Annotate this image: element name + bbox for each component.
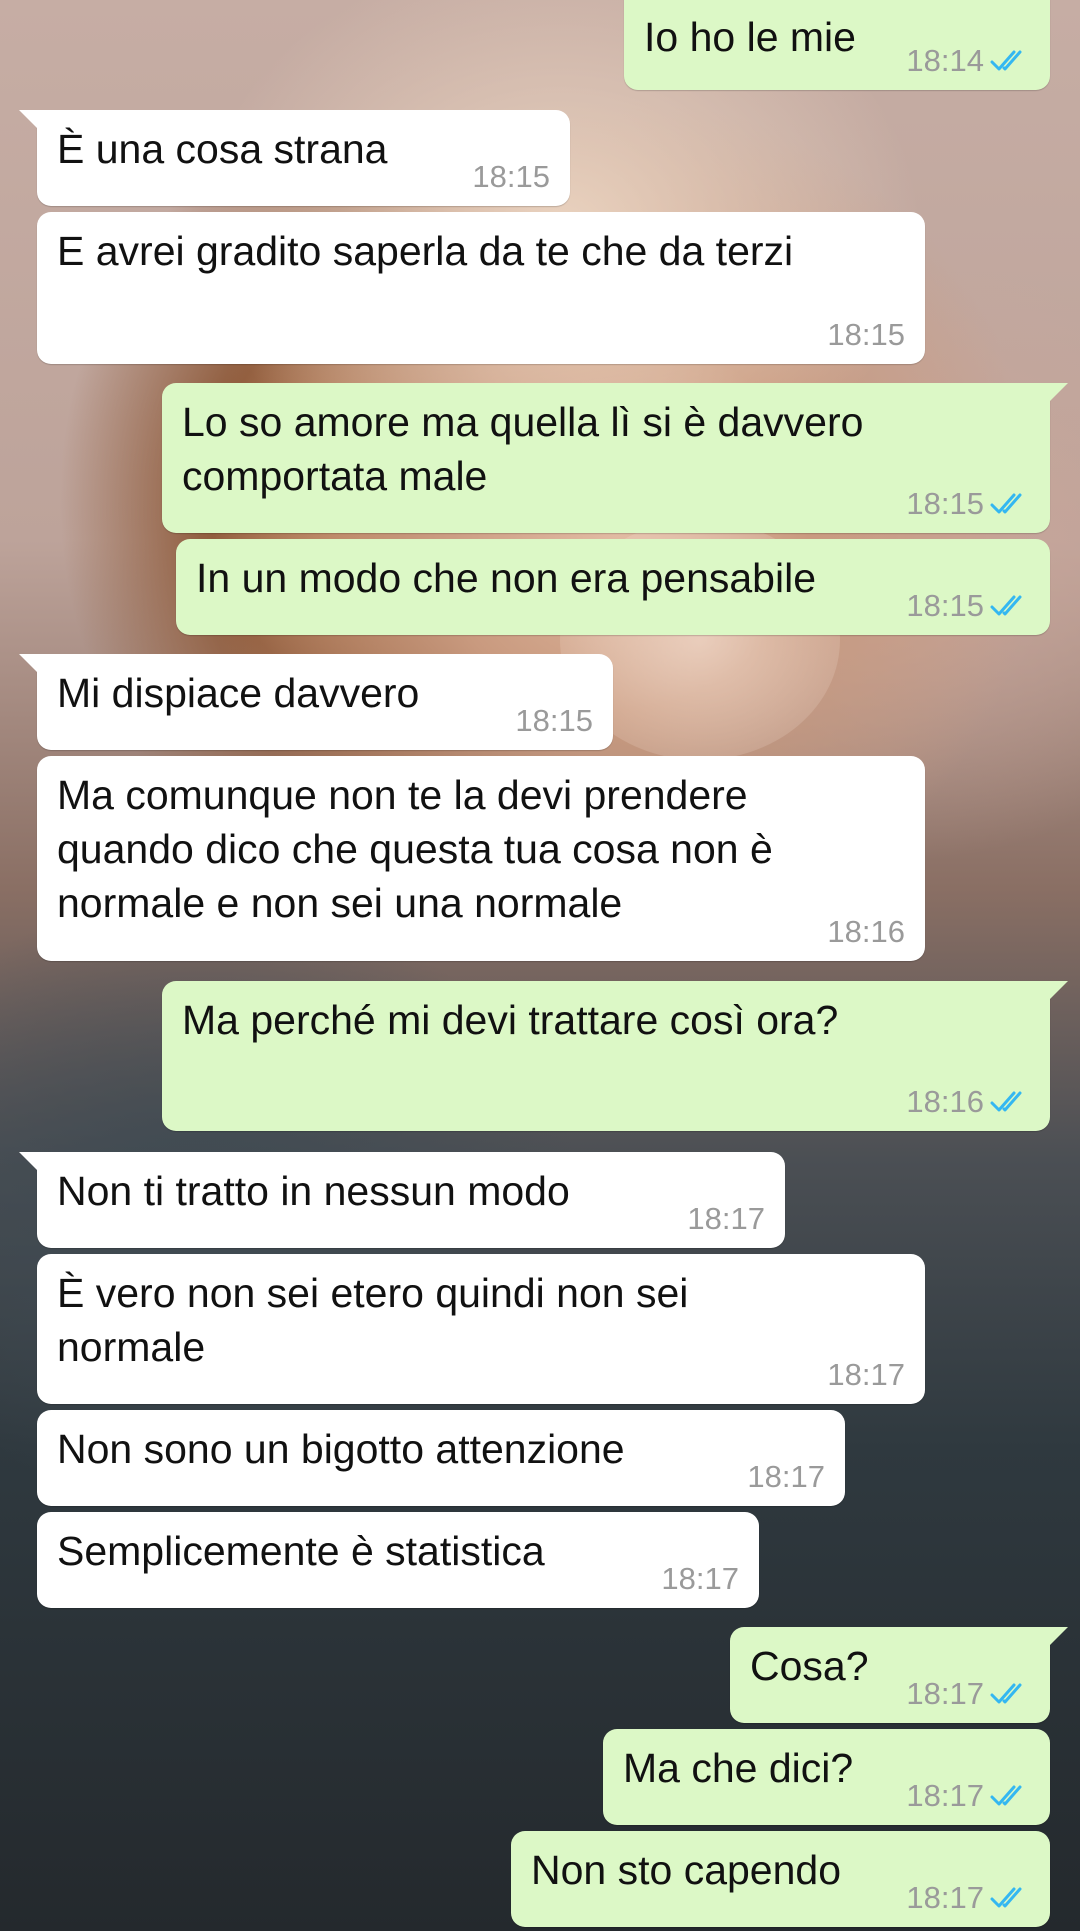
message-text: Lo so amore ma quella lì si è davvero co… [182, 399, 864, 499]
message-bubble-outgoing[interactable]: Io ho le mie 18:14 [624, 0, 1050, 90]
message-text: E avrei gradito saperla da te che da ter… [57, 228, 794, 274]
read-ticks-icon [990, 1885, 1030, 1911]
message-bubble-outgoing[interactable]: Non sto capendo 18:17 [511, 1831, 1050, 1927]
message-text: Non sono un bigotto attenzione [57, 1426, 625, 1472]
message-text: Mi dispiace davvero [57, 670, 420, 716]
message-time: 18:17 [687, 1201, 765, 1236]
message-text: Non ti tratto in nessun modo [57, 1168, 570, 1214]
message-time: 18:15 [472, 159, 550, 194]
message-meta: 18:17 [747, 1460, 825, 1494]
message-meta: 18:15 [515, 704, 593, 738]
message-bubble-outgoing[interactable]: In un modo che non era pensabile 18:15 [176, 539, 1050, 635]
message-text: Semplicemente è statistica [57, 1528, 545, 1574]
message-time: 18:17 [827, 1357, 905, 1392]
message-time: 18:15 [906, 486, 984, 521]
message-meta: 18:16 [827, 915, 905, 949]
message-bubble-incoming[interactable]: Ma comunque non te la devi prendere quan… [37, 756, 925, 961]
message-bubble-outgoing[interactable]: Ma perché mi devi trattare così ora? 18:… [162, 981, 1068, 1131]
message-meta: 18:17 [687, 1202, 765, 1236]
message-time: 18:17 [661, 1561, 739, 1596]
message-meta: 18:17 [827, 1358, 905, 1392]
message-meta: 18:15 [827, 318, 905, 352]
message-text: Ma comunque non te la devi prendere quan… [57, 772, 773, 926]
message-time: 18:17 [906, 1778, 984, 1813]
message-time: 18:16 [906, 1084, 984, 1119]
message-text: In un modo che non era pensabile [196, 555, 817, 601]
message-time: 18:15 [827, 317, 905, 352]
read-ticks-icon [990, 491, 1030, 517]
message-bubble-incoming[interactable]: È vero non sei etero quindi non sei norm… [37, 1254, 925, 1404]
message-time: 18:14 [906, 43, 984, 78]
message-bubble-outgoing[interactable]: Ma che dici? 18:17 [603, 1729, 1050, 1825]
message-meta: 18:17 [906, 1677, 1030, 1711]
message-bubble-incoming[interactable]: Semplicemente è statistica 18:17 [37, 1512, 759, 1608]
message-time: 18:17 [906, 1880, 984, 1915]
message-meta: 18:17 [906, 1779, 1030, 1813]
message-time: 18:16 [827, 914, 905, 949]
message-meta: 18:14 [906, 44, 1030, 78]
message-bubble-outgoing[interactable]: Lo so amore ma quella lì si è davvero co… [162, 383, 1068, 533]
read-ticks-icon [990, 48, 1030, 74]
message-time: 18:17 [906, 1676, 984, 1711]
read-ticks-icon [990, 1681, 1030, 1707]
message-meta: 18:15 [906, 487, 1030, 521]
message-bubble-incoming[interactable]: Non ti tratto in nessun modo 18:17 [19, 1152, 785, 1248]
message-meta: 18:15 [906, 589, 1030, 623]
message-bubble-incoming[interactable]: È una cosa strana 18:15 [19, 110, 570, 206]
message-list[interactable]: Io ho le mie 18:14 È una cosa strana 18:… [0, 0, 1080, 1931]
read-ticks-icon [990, 1089, 1030, 1115]
read-ticks-icon [990, 1783, 1030, 1809]
message-bubble-incoming[interactable]: Mi dispiace davvero 18:15 [19, 654, 613, 750]
read-ticks-icon [990, 593, 1030, 619]
message-text: Ma perché mi devi trattare così ora? [182, 997, 839, 1043]
message-time: 18:15 [906, 588, 984, 623]
message-time: 18:17 [747, 1459, 825, 1494]
message-meta: 18:15 [472, 160, 550, 194]
message-bubble-outgoing[interactable]: Cosa? 18:17 [730, 1627, 1068, 1723]
message-time: 18:15 [515, 703, 593, 738]
message-bubble-incoming[interactable]: E avrei gradito saperla da te che da ter… [37, 212, 925, 364]
message-meta: 18:17 [906, 1881, 1030, 1915]
message-meta: 18:17 [661, 1562, 739, 1596]
message-text: È vero non sei etero quindi non sei norm… [57, 1270, 689, 1370]
message-bubble-incoming[interactable]: Non sono un bigotto attenzione 18:17 [37, 1410, 845, 1506]
message-meta: 18:16 [906, 1085, 1030, 1119]
